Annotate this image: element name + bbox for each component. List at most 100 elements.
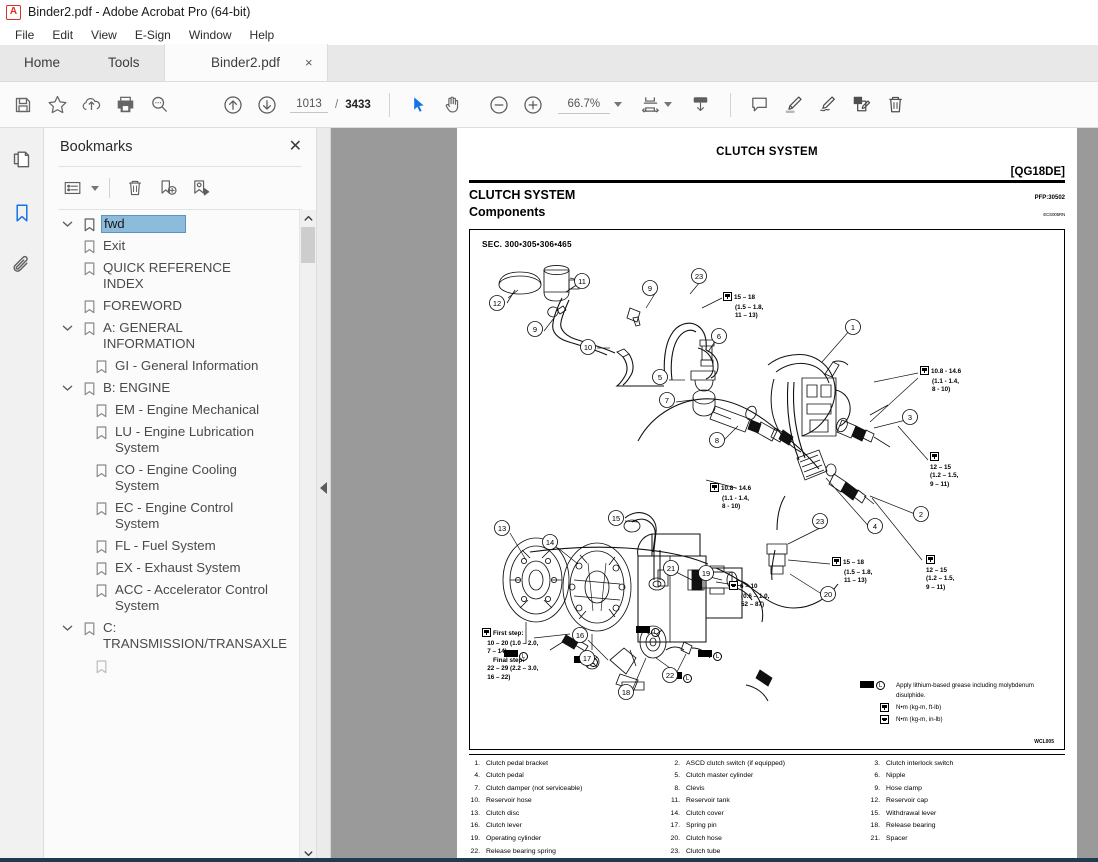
hand-tool-button[interactable] — [436, 88, 470, 122]
comment-button[interactable] — [743, 88, 777, 122]
chevron-down-icon[interactable] — [56, 619, 78, 632]
bookmarks-panel-title: Bookmarks — [60, 139, 133, 155]
document-viewer[interactable]: CLUTCH SYSTEM [QG18DE] CLUTCH SYSTEM PFP… — [331, 128, 1098, 862]
part-number: 16. — [470, 822, 480, 830]
tab-tools[interactable]: Tools — [84, 44, 164, 81]
rail-page-thumbnails-icon[interactable] — [7, 146, 37, 176]
panel-collapse-handle[interactable] — [317, 128, 331, 862]
zoom-level-input[interactable] — [557, 95, 610, 114]
bookmark-item-gi-general-information[interactable]: GI - General Information — [44, 355, 316, 377]
bookmark-item-quick-reference-index[interactable]: QUICK REFERENCE INDEX — [44, 257, 316, 295]
tab-document[interactable]: Binder2.pdf × — [163, 44, 328, 81]
upload-cloud-button[interactable] — [74, 88, 108, 122]
menu-file[interactable]: File — [6, 26, 43, 44]
select-tool-button[interactable] — [402, 88, 436, 122]
highlight-button[interactable] — [777, 88, 811, 122]
chevron-down-icon[interactable] — [56, 379, 78, 392]
part-item: 16. Clutch lever — [469, 820, 665, 833]
bookmark-icon — [78, 379, 100, 396]
svg-text:4: 4 — [873, 522, 877, 531]
bookmark-options-icon[interactable] — [58, 174, 88, 202]
delete-pages-button[interactable] — [879, 88, 913, 122]
bookmark-item-lu-engine-lubrication-system[interactable]: LU - Engine Lubrication System — [44, 421, 316, 459]
favorite-star-button[interactable] — [40, 88, 74, 122]
section-title: CLUTCH SYSTEM — [469, 187, 576, 202]
chevron-down-icon[interactable] — [56, 215, 78, 228]
part-item: 9. Hose clamp — [869, 783, 1065, 796]
save-button[interactable] — [6, 88, 40, 122]
close-icon[interactable]: ✕ — [289, 139, 302, 155]
bookmark-item-ec-engine-control-system[interactable]: EC - Engine Control System — [44, 497, 316, 535]
bookmark-icon — [90, 461, 112, 478]
scroll-up-arrow-icon[interactable] — [300, 210, 316, 227]
part-name: Clutch interlock switch — [886, 759, 954, 767]
bookmark-item-acc-accelerator-control-system[interactable]: ACC - Accelerator Control System — [44, 579, 316, 617]
rail-attachments-icon[interactable] — [7, 250, 37, 280]
svg-text:12: 12 — [493, 299, 501, 308]
menu-view[interactable]: View — [82, 26, 126, 44]
bookmark-item-exit[interactable]: Exit — [44, 235, 316, 257]
part-name: Clutch pedal — [486, 772, 524, 780]
page-navigator: / 3433 — [290, 96, 371, 113]
scroll-mode-button[interactable] — [684, 88, 718, 122]
zoom-out-button[interactable] — [482, 88, 516, 122]
in-lb-icon — [880, 714, 889, 724]
bookmark-item-fwd[interactable]: fwd — [44, 213, 316, 235]
part-number: 10. — [470, 797, 480, 805]
part-name: Clutch cover — [686, 809, 724, 817]
rail-bookmarks-icon[interactable] — [7, 198, 37, 228]
bookmarks-toolbar — [44, 167, 316, 209]
svg-text:9: 9 — [648, 284, 652, 293]
search-icon[interactable] — [142, 88, 176, 122]
current-page-input[interactable] — [290, 96, 328, 113]
bookmark-label — [112, 657, 119, 659]
menu-window[interactable]: Window — [180, 26, 241, 44]
zoom-in-button[interactable] — [516, 88, 550, 122]
new-bookmark-icon[interactable] — [153, 174, 183, 202]
bookmark-options-chevron-down-icon[interactable] — [91, 185, 99, 191]
bookmarks-scrollbar[interactable] — [299, 210, 316, 862]
print-button[interactable] — [108, 88, 142, 122]
pdf-page: CLUTCH SYSTEM [QG18DE] CLUTCH SYSTEM PFP… — [457, 128, 1077, 862]
part-name: Clutch disc — [486, 809, 520, 817]
bookmark-icon — [78, 619, 100, 636]
bookmark-item-ex-exhaust-system[interactable]: EX - Exhaust System — [44, 557, 316, 579]
bookmark-tree[interactable]: fwd Exit QUICK REFERENCE INDEX FOREWORD … — [44, 210, 316, 862]
fit-width-button[interactable] — [634, 88, 668, 122]
edit-pdf-button[interactable] — [845, 88, 879, 122]
diagram-callouts: 1211 99 1023 65 78 13 24 2320 1314 1521 … — [489, 267, 929, 700]
bookmark-item-foreword[interactable]: FOREWORD — [44, 295, 316, 317]
bookmark-item-a-general-information[interactable]: A: GENERAL INFORMATION — [44, 317, 316, 355]
next-page-button[interactable] — [250, 88, 284, 122]
zoom-chevron-down-icon[interactable] — [613, 102, 622, 107]
menu-edit[interactable]: Edit — [43, 26, 82, 44]
tab-home[interactable]: Home — [0, 44, 84, 81]
menu-help[interactable]: Help — [241, 26, 284, 44]
part-name: ASCD clutch switch (if equipped) — [686, 759, 785, 767]
bookmark-label: EC - Engine Control System — [115, 500, 234, 531]
part-name: Reservoir hose — [486, 797, 532, 805]
delete-bookmark-icon[interactable] — [120, 174, 150, 202]
previous-page-button[interactable] — [216, 88, 250, 122]
tab-close-icon[interactable]: × — [305, 56, 313, 69]
goto-bookmark-icon[interactable] — [186, 174, 216, 202]
bookmark-item-fl-fuel-system[interactable]: FL - Fuel System — [44, 535, 316, 557]
bookmark-label: Exit — [103, 238, 126, 253]
scrollbar-thumb[interactable] — [301, 227, 315, 263]
bookmark-item-em-engine-mechanical[interactable]: EM - Engine Mechanical — [44, 399, 316, 421]
bookmark-item-co-engine-cooling-system[interactable]: CO - Engine Cooling System — [44, 459, 316, 497]
bookmark-item-c-transmission-transaxle[interactable]: C: TRANSMISSION/TRANSAXLE — [44, 617, 316, 655]
bookmark-item-partial[interactable] — [44, 655, 316, 677]
bookmark-label: QUICK REFERENCE INDEX — [103, 260, 231, 291]
fit-chevron-down-icon[interactable] — [663, 102, 672, 107]
chevron-down-icon[interactable] — [56, 319, 78, 332]
part-name: Clutch tube — [686, 847, 721, 855]
bookmark-item-b-engine[interactable]: B: ENGINE — [44, 377, 316, 399]
bookmark-icon — [90, 401, 112, 418]
bookmark-label: ACC - Accelerator Control System — [115, 582, 268, 613]
subsection-header-row: Components ECS005RN — [469, 205, 1065, 219]
menu-esign[interactable]: E-Sign — [126, 26, 180, 44]
part-item: 21. Spacer — [869, 833, 1065, 846]
fill-and-sign-button[interactable] — [811, 88, 845, 122]
svg-text:8: 8 — [715, 436, 719, 445]
